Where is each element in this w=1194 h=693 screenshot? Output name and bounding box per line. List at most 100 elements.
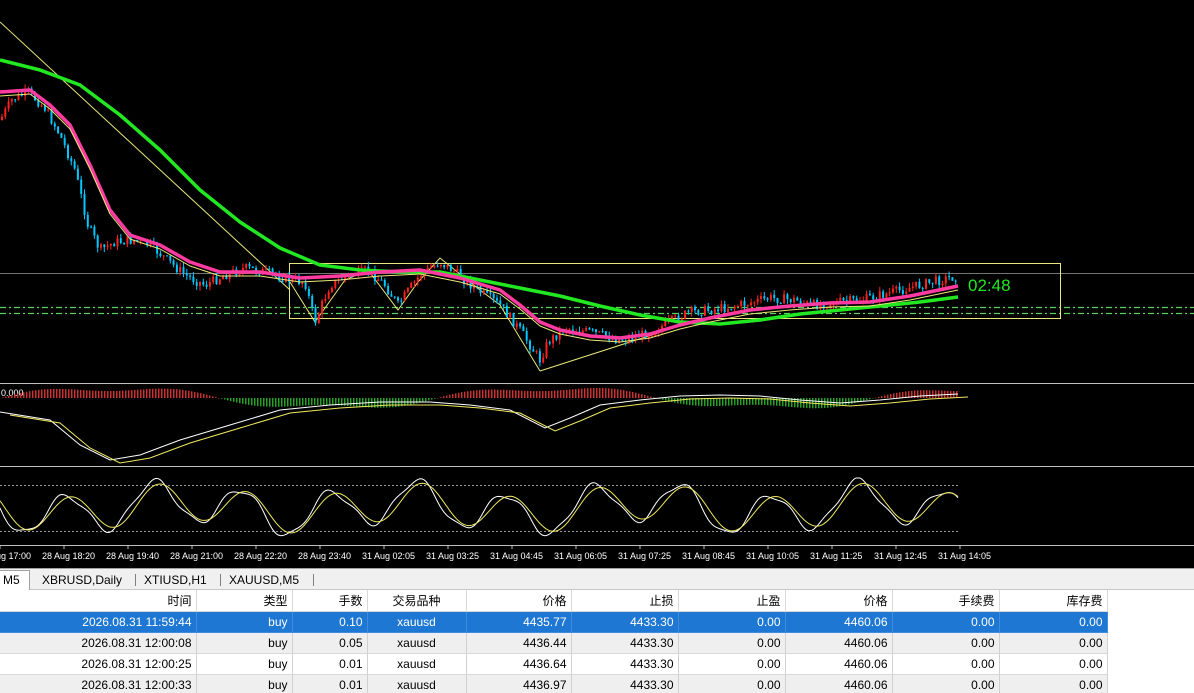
macd-histogram-bar — [494, 389, 496, 398]
cell-swap: 0.00 — [999, 632, 1108, 654]
candle-body — [7, 101, 10, 109]
candle-body — [215, 276, 218, 285]
candle-body — [251, 266, 254, 268]
macd-histogram-bar — [728, 398, 730, 406]
macd-histogram-bar — [482, 389, 484, 398]
header-take-profit[interactable]: 止盈 — [678, 590, 786, 612]
macd-histogram-bar — [113, 390, 115, 398]
macd-histogram-bar — [446, 395, 448, 398]
macd-histogram-bar — [83, 390, 85, 398]
table-row[interactable]: 2026.08.31 12:00:25 buy 0.01 xauusd 4436… — [0, 653, 1108, 675]
table-row[interactable]: 2026.08.31 12:00:33 buy 0.01 xauusd 4436… — [0, 674, 1108, 693]
macd-histogram-bar — [335, 398, 337, 406]
candle-body — [852, 296, 855, 299]
macd-histogram-bar — [899, 392, 901, 398]
candle-body — [723, 304, 726, 312]
header-type[interactable]: 类型 — [196, 590, 293, 612]
cell-type: buy — [196, 611, 293, 633]
header-swap[interactable]: 库存费 — [999, 590, 1108, 612]
cell-type: buy — [196, 632, 293, 654]
macd-histogram-bar — [572, 389, 574, 398]
candle-body — [743, 301, 746, 306]
macd-histogram-bar — [152, 388, 154, 398]
candle-body — [496, 298, 498, 301]
macd-histogram-bar — [167, 388, 169, 398]
macd-histogram-bar — [320, 398, 322, 405]
candle-body — [420, 276, 423, 278]
macd-histogram-bar — [539, 391, 541, 398]
candle-body — [76, 168, 79, 180]
header-volume[interactable]: 手数 — [292, 590, 368, 612]
chart-tab-bar: M5 XBRUSD,Daily XTIUSD,H1 XAUUSD,M5 — [0, 568, 1194, 590]
table-row[interactable]: 2026.08.31 12:00:08 buy 0.05 xauusd 4436… — [0, 632, 1108, 654]
macd-histogram-bar — [110, 391, 112, 398]
tab-xtiusd-h1[interactable]: XTIUSD,H1 — [138, 571, 213, 589]
macd-histogram-bar — [356, 398, 358, 407]
macd-histogram-bar — [275, 398, 277, 407]
macd-histogram-bar — [389, 398, 391, 408]
candle-body — [109, 243, 112, 246]
macd-histogram-bar — [131, 390, 133, 398]
cell-time: 2026.08.31 12:00:25 — [0, 653, 197, 675]
candle-body — [542, 357, 545, 363]
macd-histogram-bar — [602, 388, 604, 398]
macd-histogram-bar — [827, 398, 829, 408]
macd-histogram-bar — [317, 398, 319, 405]
tab-m5[interactable]: M5 — [0, 570, 30, 590]
candle-body — [406, 287, 409, 292]
candle-body — [918, 281, 921, 288]
macd-histogram-bar — [77, 389, 79, 398]
candle-body — [83, 193, 86, 215]
tab-xbrusd-daily[interactable]: XBRUSD,Daily — [36, 571, 129, 589]
macd-histogram-bar — [641, 394, 643, 398]
candle-body — [179, 267, 182, 273]
macd-histogram-bar — [680, 398, 682, 404]
header-stop-loss[interactable]: 止损 — [571, 590, 679, 612]
candle-body — [311, 296, 314, 308]
macd-histogram-bar — [176, 389, 178, 398]
header-time[interactable]: 时间 — [0, 590, 197, 612]
macd-histogram-bar — [479, 389, 481, 398]
macd-histogram-bar — [644, 395, 646, 398]
candle-body — [717, 309, 720, 312]
candle-body — [736, 306, 739, 307]
cell-swap: 0.00 — [999, 611, 1108, 633]
macd-histogram-bar — [866, 398, 868, 401]
header-open-price[interactable]: 价格 — [466, 590, 572, 612]
macd-histogram-bar — [332, 398, 334, 406]
macd-histogram-bar — [200, 393, 202, 398]
candle-body — [746, 305, 749, 307]
candle-body — [245, 264, 248, 268]
candle-body — [383, 280, 386, 287]
candle-body — [766, 298, 769, 300]
table-row[interactable]: 2026.08.31 11:59:44 buy 0.10 xauusd 4435… — [0, 611, 1108, 633]
header-current-price[interactable]: 价格 — [785, 590, 893, 612]
macd-histogram-bar — [44, 389, 46, 398]
header-symbol[interactable]: 交易品种 — [367, 590, 467, 612]
cell-open-price: 4435.77 — [466, 611, 572, 633]
candle-body — [895, 286, 898, 289]
cell-take-profit: 0.00 — [678, 653, 786, 675]
candle-body — [809, 301, 812, 303]
macd-histogram-bar — [11, 395, 13, 398]
candle-body — [331, 287, 333, 292]
macd-histogram-bar — [230, 398, 232, 402]
macd-histogram-bar — [818, 398, 820, 409]
tab-xauusd-m5[interactable]: XAUUSD,M5 — [223, 571, 306, 589]
macd-histogram-bar — [428, 398, 430, 401]
candle-body — [268, 268, 271, 270]
cell-open-price: 4436.97 — [466, 674, 572, 693]
time-label: 31 Aug 04:45 — [490, 551, 543, 561]
header-commission[interactable]: 手续费 — [892, 590, 1000, 612]
cell-swap: 0.00 — [999, 653, 1108, 675]
price-chart[interactable]: 02:48 0.000 28 Aug 17:0028 Aug 18:2028 A… — [0, 0, 1194, 568]
candle-body — [733, 306, 736, 309]
candle-body — [47, 109, 50, 111]
macd-histogram-bar — [848, 398, 850, 405]
macd-histogram-bar — [227, 398, 229, 401]
macd-histogram-bar — [551, 390, 553, 398]
macd-histogram-bar — [149, 388, 151, 398]
macd-histogram-bar — [626, 390, 628, 398]
candle-body — [892, 288, 894, 293]
macd-histogram-bar — [509, 390, 511, 398]
